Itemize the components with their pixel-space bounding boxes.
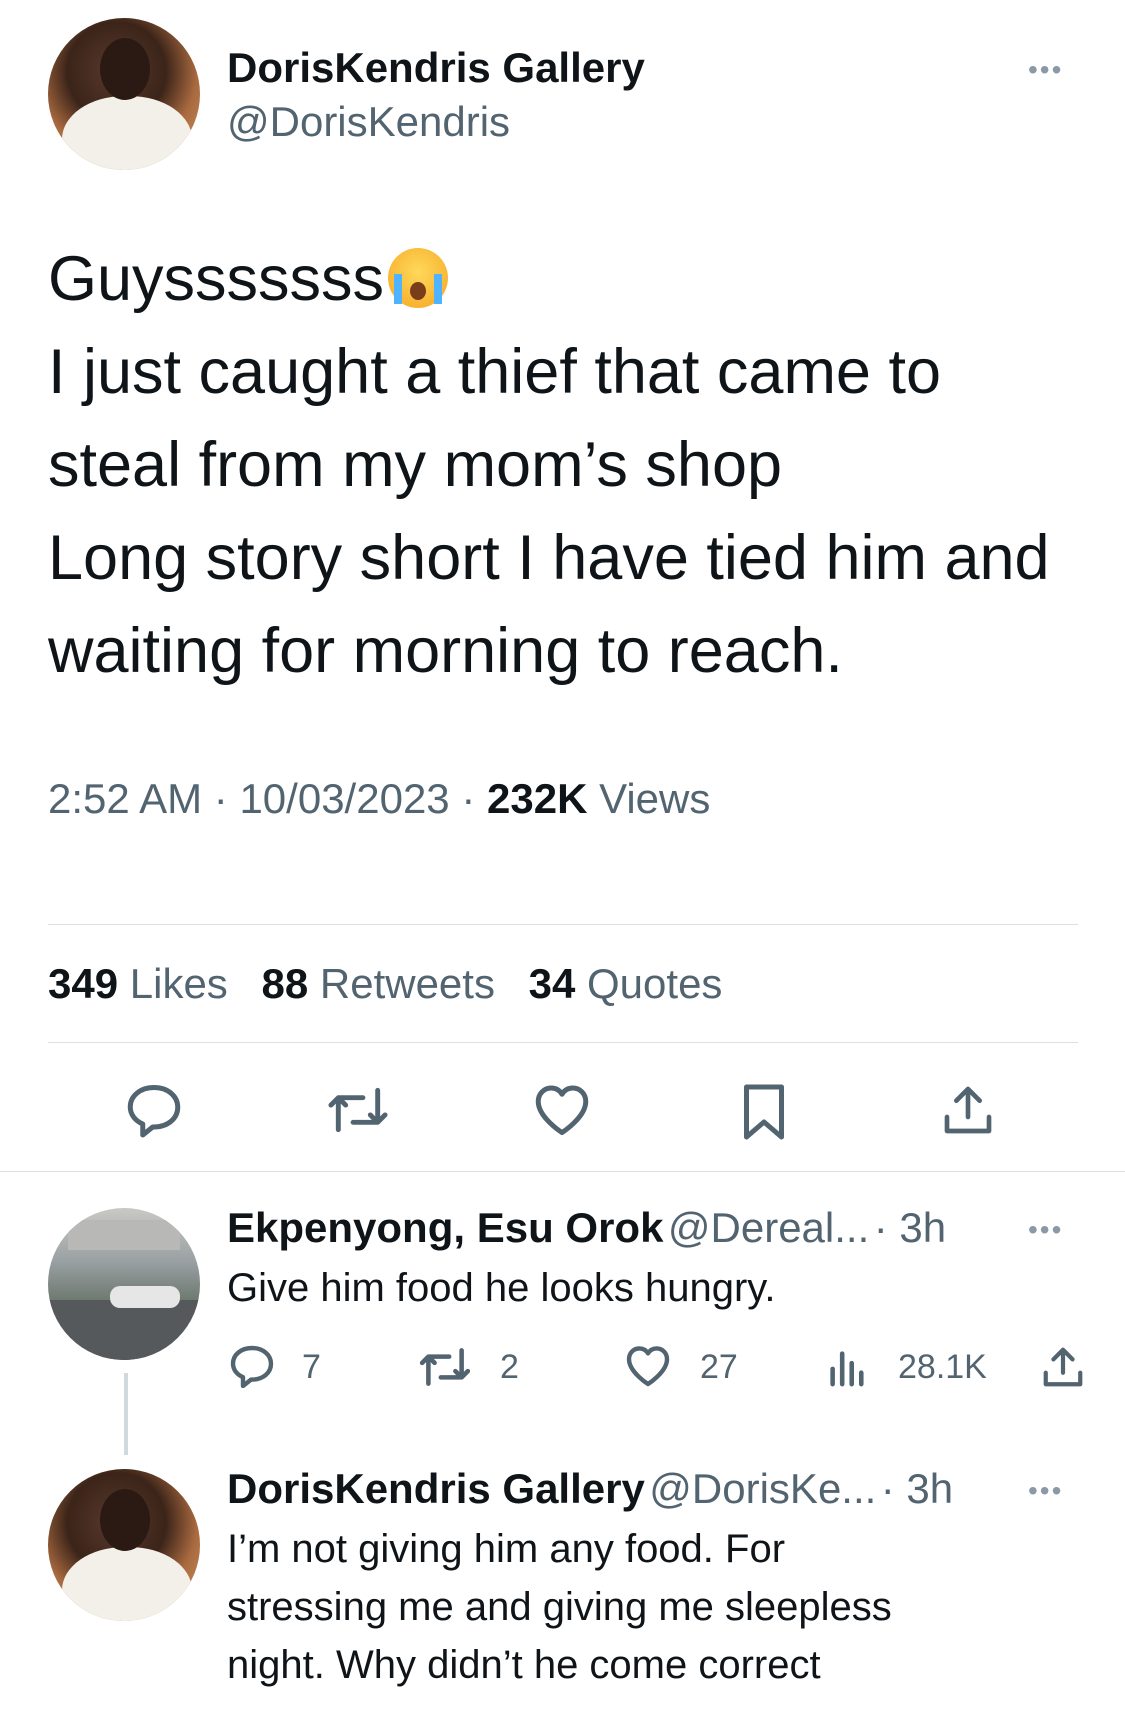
divider — [0, 1171, 1125, 1172]
share-icon[interactable] — [1040, 1344, 1086, 1390]
retweet-icon[interactable] — [326, 1084, 390, 1136]
likes-label: Likes — [129, 960, 228, 1007]
reply-text-line-2: stressing me and giving me sleepless — [227, 1585, 892, 1629]
views-count: 28.1K — [898, 1348, 987, 1386]
quotes-count: 34 — [528, 960, 576, 1007]
more-options-icon[interactable]: ••• — [1028, 1214, 1063, 1246]
reply-time[interactable]: · 3h — [881, 1465, 953, 1512]
bookmark-icon[interactable] — [740, 1082, 788, 1142]
tweet-stats: 349 Likes 88 Retweets 34 Quotes — [48, 960, 722, 1008]
tweet-time[interactable]: 2:52 AM — [48, 775, 202, 822]
tweet-text-line-2: I just caught a thief that came to — [48, 337, 942, 407]
views-count: 232K — [487, 775, 588, 822]
more-options-icon[interactable]: ••• — [1028, 1475, 1063, 1507]
author-handle[interactable]: @DorisKendris — [227, 98, 510, 146]
more-options-icon[interactable]: ••• — [1028, 54, 1063, 86]
thread-line — [124, 1373, 128, 1455]
tweet-meta: 2:52 AM · 10/03/2023 · 232K Views — [48, 775, 710, 823]
tweet-text-line: Guysssssss — [48, 233, 1088, 326]
avatar-head — [100, 38, 150, 100]
reply-text-line-3: night. Why didn’t he come correct — [227, 1643, 821, 1687]
likes-stat[interactable]: 349 Likes — [48, 960, 228, 1007]
reply-icon[interactable] — [124, 1082, 184, 1138]
reply-header: Ekpenyong, Esu Orok @Dereal... · 3h — [227, 1204, 946, 1252]
views-icon[interactable] — [826, 1346, 866, 1388]
loudly-crying-face-icon — [388, 248, 449, 308]
reply-icon[interactable] — [228, 1344, 276, 1388]
author-avatar[interactable] — [48, 18, 200, 170]
reply-author-handle[interactable]: @Dereal... — [668, 1204, 869, 1251]
likes-count: 349 — [48, 960, 119, 1007]
reply-time[interactable]: · 3h — [874, 1204, 946, 1251]
retweet-count: 2 — [500, 1348, 519, 1386]
quotes-stat[interactable]: 34 Quotes — [529, 960, 723, 1007]
divider — [48, 924, 1078, 925]
avatar-shirt — [62, 96, 192, 170]
tweet-text-line-4: Long story short I have tied him and — [48, 523, 1050, 593]
tweet-text-line-1: Guysssssss — [48, 244, 385, 314]
reply-author-name[interactable]: Ekpenyong, Esu Orok — [227, 1204, 663, 1251]
reply-text: I’m not giving him any food. For stressi… — [227, 1520, 1097, 1694]
like-icon[interactable] — [532, 1082, 592, 1138]
avatar-head — [100, 1489, 150, 1551]
meta-separator: · — [213, 775, 228, 822]
retweets-label: Retweets — [319, 960, 495, 1007]
reply-count: 7 — [302, 1348, 321, 1386]
reply-avatar[interactable] — [48, 1469, 200, 1621]
tweet-date[interactable]: 10/03/2023 — [239, 775, 449, 822]
reply-text: Give him food he looks hungry. — [227, 1266, 776, 1310]
like-icon[interactable] — [624, 1344, 672, 1388]
tweet-text-line-3: steal from my mom’s shop — [48, 430, 783, 500]
reply-avatar[interactable] — [48, 1208, 200, 1360]
avatar-building — [68, 1220, 180, 1250]
meta-separator: · — [461, 775, 476, 822]
reply-text-line-1: I’m not giving him any food. For — [227, 1527, 786, 1571]
divider — [48, 1042, 1078, 1043]
reply-author-handle[interactable]: @DorisKe... — [649, 1465, 876, 1512]
avatar-road — [48, 1300, 200, 1360]
avatar-car — [110, 1286, 180, 1308]
avatar-shirt — [62, 1547, 192, 1621]
retweet-icon[interactable] — [418, 1346, 472, 1388]
tweet-text: Guysssssss I just caught a thief that ca… — [48, 233, 1088, 698]
views-label: Views — [599, 775, 711, 822]
share-icon[interactable] — [940, 1082, 996, 1138]
tweet-text-line-5: waiting for morning to reach. — [48, 616, 843, 686]
reply-header: DorisKendris Gallery @DorisKe... · 3h — [227, 1465, 953, 1513]
quotes-label: Quotes — [587, 960, 723, 1007]
like-count: 27 — [700, 1348, 738, 1386]
retweets-stat[interactable]: 88 Retweets — [261, 960, 494, 1007]
retweets-count: 88 — [261, 960, 309, 1007]
reply-author-name[interactable]: DorisKendris Gallery — [227, 1465, 645, 1512]
author-name[interactable]: DorisKendris Gallery — [227, 44, 645, 92]
